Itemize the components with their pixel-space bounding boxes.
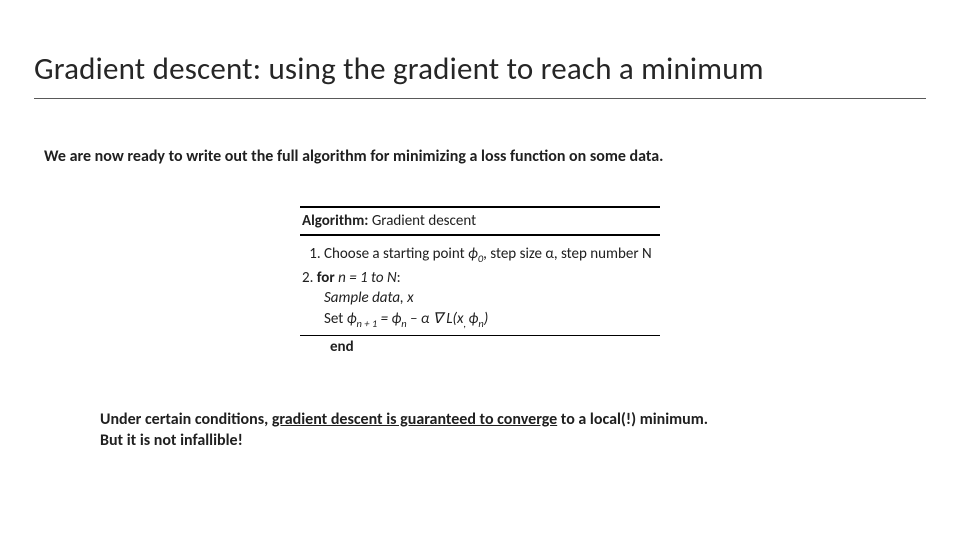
algorithm-box: Algorithm: Gradient descent Choose a sta… <box>300 206 660 356</box>
nabla-symbol: ∇ L(x <box>433 310 464 328</box>
algorithm-step-1: Choose a starting point ϕ0, step size α,… <box>324 244 658 266</box>
algorithm-sample-line: Sample data, x <box>302 288 658 308</box>
algorithm-body: Choose a starting point ϕ0, step size α,… <box>300 236 660 336</box>
phi-symbol: ϕ <box>391 310 401 328</box>
algorithm-heading-rest: Gradient descent <box>368 212 476 230</box>
page-title: Gradient descent: using the gradient to … <box>34 50 926 99</box>
note-line-1: Under certain conditions, gradient desce… <box>100 410 926 431</box>
phi-symbol: ϕ <box>468 245 478 263</box>
note-line-2: But it is not infallible! <box>100 431 926 452</box>
phi-symbol: ϕ <box>469 310 479 328</box>
algorithm-heading: Algorithm: Gradient descent <box>300 206 660 236</box>
footer-notes: Under certain conditions, gradient desce… <box>100 410 926 452</box>
slide: Gradient descent: using the gradient to … <box>0 0 960 540</box>
algorithm-end: end <box>300 336 660 356</box>
algorithm-set-line: Set ϕn + 1 = ϕn – α ∇ L(x, ϕn) <box>302 309 658 331</box>
algorithm-step-2: 2. for n = 1 to N: <box>302 268 658 288</box>
algorithm-heading-bold: Algorithm: <box>302 212 368 230</box>
intro-text: We are now ready to write out the full a… <box>44 147 926 166</box>
